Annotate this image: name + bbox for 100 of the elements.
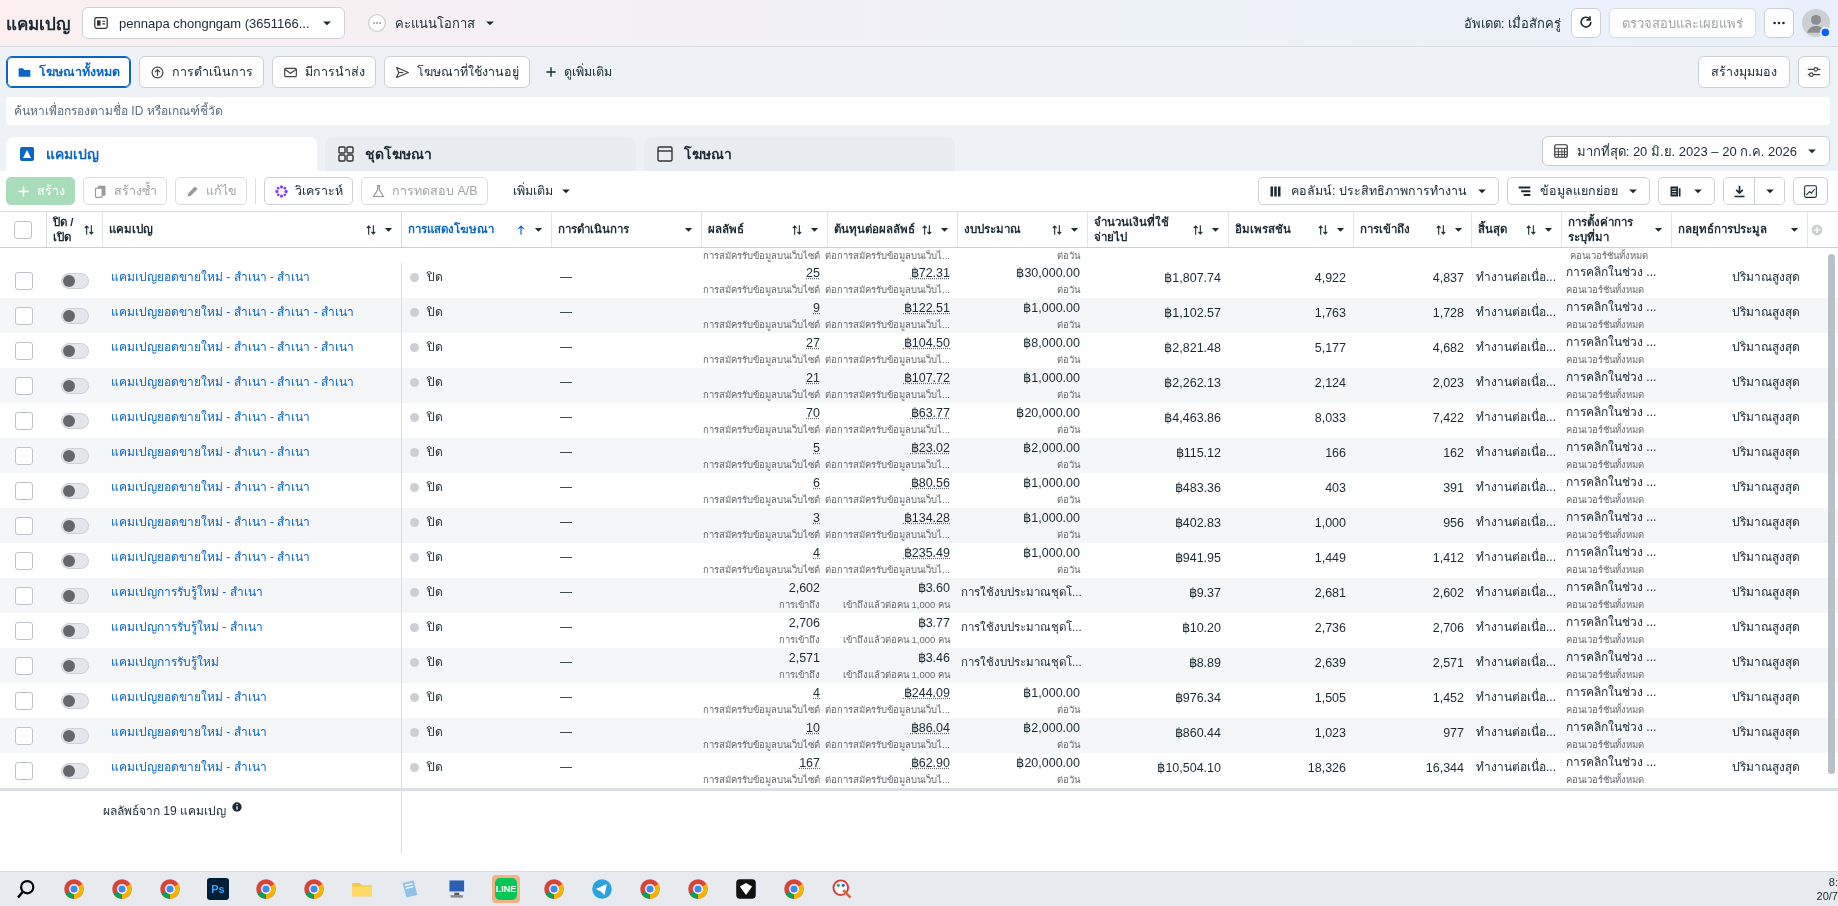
see-more-link[interactable]: ดูเพิ่มเติม (538, 61, 618, 83)
toggle-switch[interactable] (61, 482, 89, 499)
account-selector[interactable]: pennapa chongngam (3651166... (82, 7, 345, 39)
filter-tab[interactable]: โฆษณาทั้งหมด (6, 56, 131, 88)
campaign-name-link[interactable]: แคมเปญยอดขายใหม่ - สำเนา - สำเนา - สำเนา (111, 339, 393, 357)
budget-label: ต่อวัน (1057, 353, 1080, 367)
row-checkbox[interactable] (14, 516, 33, 535)
browser-icon (63, 878, 85, 900)
toggle-switch[interactable] (61, 342, 89, 359)
toggle-switch[interactable] (61, 587, 89, 604)
column-header[interactable]: ปิด / เปิด (53, 214, 78, 245)
level-tab[interactable]: ชุดโฆษณา (325, 137, 636, 171)
result-value: 9 (813, 300, 820, 318)
budget-value: การใช้งบประมาณชุดโ... (961, 584, 1082, 601)
column-header[interactable]: กลยุทธ์การประมูล (1678, 222, 1784, 237)
filter-tab[interactable]: โฆษณาที่ใช้งานอยู่ (384, 56, 530, 88)
campaign-name-link[interactable]: แคมเปญยอดขายใหม่ - สำเนา (111, 689, 393, 707)
row-checkbox[interactable] (14, 726, 33, 745)
row-checkbox[interactable] (14, 271, 33, 290)
column-header[interactable]: อิมเพรสชัน (1235, 222, 1312, 237)
row-checkbox[interactable] (14, 761, 33, 780)
campaign-name-link[interactable]: แคมเปญยอดขายใหม่ - สำเนา - สำเนา (111, 444, 393, 462)
create-view-button[interactable]: สร้างมุมมอง (1698, 56, 1790, 88)
refresh-button[interactable] (1571, 8, 1601, 38)
column-header[interactable]: การเข้าถึง (1360, 222, 1430, 237)
amount-spent: ฿10,504.10 (1157, 760, 1221, 777)
row-checkbox[interactable] (14, 341, 33, 360)
row-checkbox[interactable] (14, 621, 33, 640)
select-all-checkbox[interactable] (14, 220, 32, 239)
column-header[interactable]: แคมเปญ (109, 222, 360, 237)
campaign-name-link[interactable]: แคมเปญยอดขายใหม่ - สำเนา - สำเนา - สำเนา (111, 374, 393, 392)
column-header[interactable]: ผลลัพธ์ (708, 222, 786, 237)
row-checkbox[interactable] (14, 551, 33, 570)
budget-value: ฿1,000.00 (1023, 685, 1080, 703)
toolbar-button[interactable]: วิเคราะห์ (264, 177, 353, 205)
column-header[interactable]: สิ้นสุด (1478, 222, 1520, 237)
attribution-setting: การคลิกในช่วง ... (1566, 614, 1658, 632)
row-checkbox[interactable] (14, 586, 33, 605)
search-icon (15, 878, 37, 900)
toggle-switch[interactable] (61, 377, 89, 394)
row-checkbox[interactable] (14, 481, 33, 500)
column-header[interactable]: งบประมาณ (964, 222, 1046, 237)
action-text: — (560, 304, 573, 321)
column-header[interactable]: การแสดงโฆษณา (408, 222, 510, 237)
toggle-switch[interactable] (61, 307, 89, 324)
toggle-switch[interactable] (61, 517, 89, 534)
end-date-text: ทำงานต่อเนื่อ... (1476, 444, 1557, 461)
columns-button[interactable]: คอลัมน์: ประสิทธิภาพการทำงาน (1258, 177, 1499, 205)
toggle-switch[interactable] (61, 622, 89, 639)
campaign-name-link[interactable]: แคมเปญยอดขายใหม่ - สำเนา (111, 759, 393, 777)
row-checkbox[interactable] (14, 306, 33, 325)
row-checkbox[interactable] (14, 446, 33, 465)
campaign-name-link[interactable]: แคมเปญการรับรู้ใหม่ (111, 654, 393, 672)
campaign-name-link[interactable]: แคมเปญยอดขายใหม่ - สำเนา - สำเนา - สำเนา (111, 304, 393, 322)
toggle-switch[interactable] (61, 447, 89, 464)
filter-settings-button[interactable] (1798, 56, 1830, 88)
filter-tab[interactable]: มีการนำส่ง (272, 56, 376, 88)
result-label: การสมัครรับข้อมูลบนเว็บไซต์ (703, 738, 820, 752)
toggle-switch[interactable] (61, 412, 89, 429)
campaign-name-link[interactable]: แคมเปญการรับรู้ใหม่ - สำเนา (111, 584, 393, 602)
level-tab[interactable]: แคมเปญ (6, 137, 317, 171)
row-checkbox[interactable] (14, 411, 33, 430)
reports-button[interactable] (1658, 177, 1715, 205)
toggle-switch[interactable] (61, 657, 89, 674)
campaign-name-link[interactable]: แคมเปญการรับรู้ใหม่ - สำเนา (111, 619, 393, 637)
row-checkbox[interactable] (14, 656, 33, 675)
impressions-value: 403 (1325, 480, 1346, 497)
campaign-name-link[interactable]: แคมเปญยอดขายใหม่ - สำเนา - สำเนา (111, 479, 393, 497)
end-date-text: ทำงานต่อเนื่อ... (1476, 479, 1557, 496)
reach-value: 956 (1443, 515, 1464, 532)
attribution-setting: การคลิกในช่วง ... (1566, 509, 1658, 527)
column-header[interactable]: การดำเนินการ (558, 222, 678, 237)
toggle-switch[interactable] (61, 272, 89, 289)
column-header[interactable]: ต้นทุนต่อผลลัพธ์ (834, 222, 916, 237)
row-checkbox[interactable] (14, 376, 33, 395)
window-icon (656, 145, 674, 163)
charts-button[interactable] (1793, 177, 1828, 205)
toggle-switch[interactable] (61, 727, 89, 744)
campaign-name-link[interactable]: แคมเปญยอดขายใหม่ - สำเนา - สำเนา (111, 269, 393, 287)
filter-tab[interactable]: การดำเนินการ (139, 56, 264, 88)
scrollbar[interactable] (1828, 254, 1835, 774)
date-range-picker[interactable]: มากที่สุด: 20 มิ.ย. 2023 – 20 ก.ค. 2026 (1541, 136, 1830, 166)
toggle-switch[interactable] (61, 692, 89, 709)
column-header[interactable]: จำนวนเงินที่ใช้จ่ายไป (1094, 214, 1187, 245)
campaign-name-link[interactable]: แคมเปญยอดขายใหม่ - สำเนา - สำเนา (111, 549, 393, 567)
search-field[interactable]: ค้นหาเพื่อกรองตามชื่อ ID หรือเกณฑ์ชี้วัด (6, 97, 1830, 125)
row-checkbox[interactable] (14, 691, 33, 710)
campaign-name-link[interactable]: แคมเปญยอดขายใหม่ - สำเนา (111, 724, 393, 742)
toggle-switch[interactable] (61, 762, 89, 779)
result-value: 21 (806, 370, 820, 388)
toggle-switch[interactable] (61, 552, 89, 569)
column-header[interactable]: การตั้งค่าการระบุที่มา (1568, 214, 1648, 245)
level-tab[interactable]: โฆษณา (644, 137, 955, 171)
more-menu-button[interactable]: เพิ่มเติม (503, 177, 582, 205)
opportunity-score-menu[interactable]: คะแนนโอกาส (360, 11, 503, 35)
breakdown-button[interactable]: ข้อมูลแยกย่อย (1507, 177, 1650, 205)
attribution-label: คอนเวอร์ชันทั้งหมด (1566, 457, 1645, 472)
cost-label: ต่อการสมัครรับข้อมูลบนเว็บไ... (825, 703, 950, 717)
campaign-name-link[interactable]: แคมเปญยอดขายใหม่ - สำเนา - สำเนา (111, 514, 393, 532)
campaign-name-link[interactable]: แคมเปญยอดขายใหม่ - สำเนา - สำเนา (111, 409, 393, 427)
